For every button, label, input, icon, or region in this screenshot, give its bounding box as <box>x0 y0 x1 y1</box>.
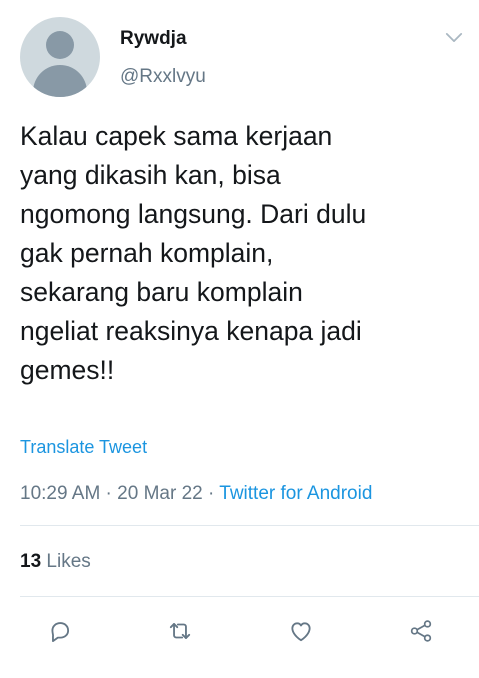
avatar-head <box>46 31 74 59</box>
tweet-text: Kalau capek sama kerjaan yang dikasih ka… <box>20 121 367 385</box>
tweet-date[interactable]: 20 Mar 22 <box>117 483 203 504</box>
tweet-time[interactable]: 10:29 AM <box>20 483 100 504</box>
share-icon[interactable] <box>405 615 437 647</box>
translate-tweet-link[interactable]: Translate Tweet <box>20 437 147 458</box>
author-handle[interactable]: @Rxxlvyu <box>120 66 206 88</box>
avatar-body <box>33 65 87 97</box>
avatar[interactable] <box>20 17 100 97</box>
author-display-name[interactable]: Rywdja <box>120 28 187 50</box>
tweet-actions <box>0 615 479 651</box>
likes-stat[interactable]: 13 Likes <box>20 551 91 573</box>
meta-separator: · <box>100 483 118 504</box>
likes-label: Likes <box>41 551 91 572</box>
likes-count: 13 <box>20 551 42 572</box>
retweet-icon[interactable] <box>164 615 196 647</box>
reply-icon[interactable] <box>44 615 76 647</box>
tweet-meta: 10:29 AM · 20 Mar 22 · Twitter for Andro… <box>20 483 372 505</box>
tweet-source-link[interactable]: Twitter for Android <box>219 483 372 504</box>
chevron-down-icon[interactable] <box>444 30 464 44</box>
meta-separator: · <box>202 483 220 504</box>
divider <box>20 596 479 597</box>
heart-icon[interactable] <box>285 615 317 647</box>
divider <box>20 525 479 526</box>
